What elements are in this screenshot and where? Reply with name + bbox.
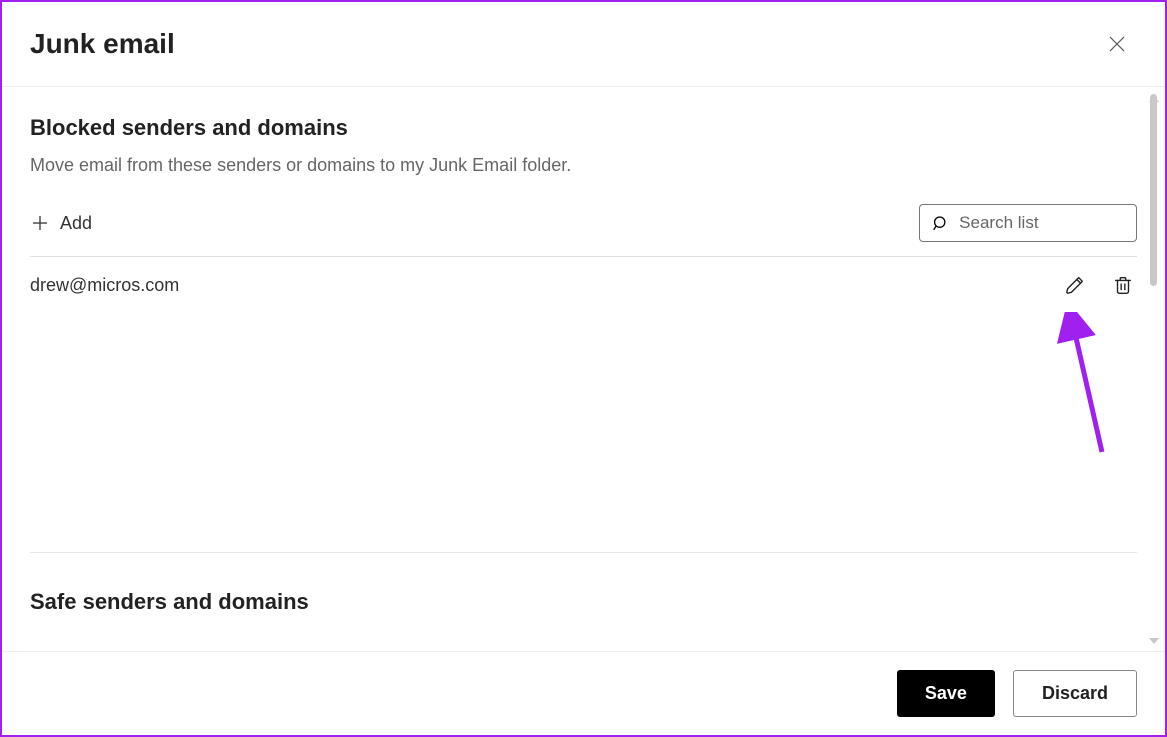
safe-section: Safe senders and domains: [30, 589, 1137, 615]
junk-email-dialog: Junk email Blocked senders and domains M…: [0, 0, 1167, 737]
pencil-icon: [1064, 274, 1086, 296]
blocked-toolbar: Add: [30, 204, 1137, 257]
dialog-footer: Save Discard: [2, 651, 1165, 735]
search-list-input[interactable]: [959, 213, 1124, 233]
edit-button[interactable]: [1061, 271, 1089, 299]
scrollbar-thumb[interactable]: [1150, 94, 1157, 286]
discard-button[interactable]: Discard: [1013, 670, 1137, 717]
add-button[interactable]: Add: [30, 207, 92, 240]
blocked-email: drew@micros.com: [30, 275, 179, 296]
close-icon: [1107, 34, 1127, 54]
save-button[interactable]: Save: [897, 670, 995, 717]
scroll-arrow-down-icon[interactable]: [1149, 638, 1159, 644]
blocked-section-desc: Move email from these senders or domains…: [30, 155, 1137, 176]
add-label: Add: [60, 213, 92, 234]
dialog-title: Junk email: [30, 28, 175, 60]
blocked-list: drew@micros.com: [30, 257, 1137, 553]
list-item: drew@micros.com: [30, 257, 1137, 313]
search-list-input-wrap[interactable]: [919, 204, 1137, 242]
trash-icon: [1112, 274, 1134, 296]
safe-section-title: Safe senders and domains: [30, 589, 1137, 615]
blocked-section-title: Blocked senders and domains: [30, 115, 1137, 141]
search-icon: [932, 213, 949, 233]
plus-icon: [30, 213, 50, 233]
dialog-content: Blocked senders and domains Move email f…: [2, 87, 1165, 651]
row-actions: [1061, 271, 1137, 299]
close-button[interactable]: [1097, 24, 1137, 64]
delete-button[interactable]: [1109, 271, 1137, 299]
dialog-header: Junk email: [2, 2, 1165, 87]
